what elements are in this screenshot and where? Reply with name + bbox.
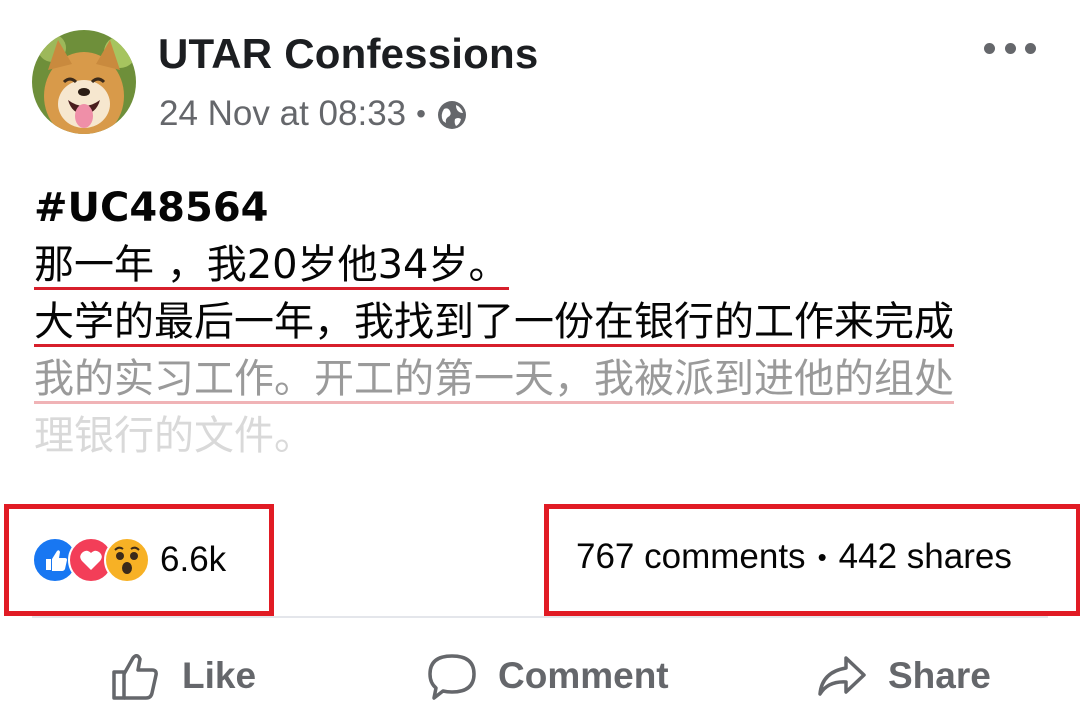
shiba-avatar-image [32, 30, 136, 134]
globe-icon [437, 101, 466, 129]
page-avatar[interactable] [32, 30, 136, 134]
post-line-3: 我的实习工作。开工的第一天，我被派到进他的组处 [34, 356, 954, 404]
comments-count-link[interactable]: 767 comments [576, 537, 806, 577]
post-line-4: 理银行的文件。 [34, 413, 314, 459]
post-body: #UC48564 那一年 ，我20岁他34岁。 大学的最后一年，我找到了一份在银… [34, 180, 1054, 465]
meta-separator: • [416, 98, 426, 129]
post-timestamp[interactable]: 24 Nov at 08:33 [159, 94, 406, 134]
more-options-button[interactable] [984, 36, 1036, 60]
post-meta: 24 Nov at 08:33 • [159, 94, 468, 134]
share-button[interactable]: Share [816, 640, 991, 712]
like-button[interactable]: Like [110, 640, 256, 712]
more-dot-icon [1004, 42, 1016, 54]
like-label: Like [182, 655, 257, 696]
post-line-2: 大学的最后一年，我找到了一份在银行的工作来完成 [34, 299, 954, 347]
reactions-summary[interactable]: 6.6k [32, 537, 226, 583]
comment-button[interactable]: Comment [426, 640, 669, 712]
post-line-1: 那一年 ，我20岁他34岁。 [34, 242, 509, 290]
stats-separator: • [817, 541, 827, 572]
comment-label: Comment [498, 655, 669, 696]
comment-bubble-icon [428, 654, 476, 700]
shares-count-link[interactable]: 442 shares [839, 537, 1012, 577]
engagement-stats: 767 comments • 442 shares [576, 537, 1012, 577]
share-arrow-icon [818, 656, 866, 696]
thumbs-up-icon [112, 654, 158, 700]
more-dot-icon [1025, 42, 1036, 54]
post-hashtag[interactable]: #UC48564 [34, 180, 1054, 237]
post-actions-bar: Like Comment Share [0, 640, 1080, 712]
page-name[interactable]: UTAR Confessions [158, 30, 538, 78]
reaction-count: 6.6k [160, 540, 227, 579]
more-dot-icon [984, 42, 995, 54]
wow-reaction-icon [104, 537, 150, 583]
actions-divider [32, 616, 1048, 618]
share-label: Share [888, 655, 991, 696]
